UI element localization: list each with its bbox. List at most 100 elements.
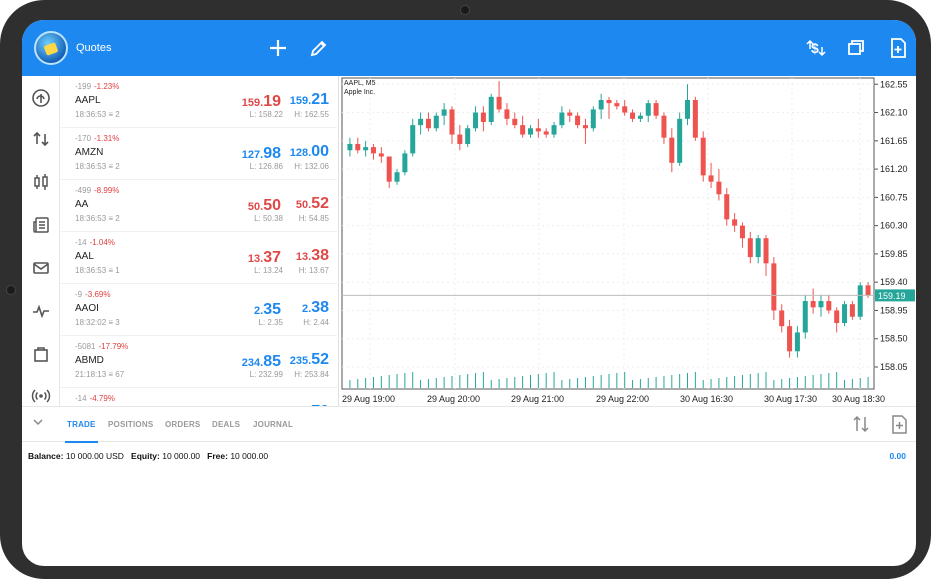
- tab-trade[interactable]: TRADE: [65, 420, 98, 443]
- quotes-icon: [32, 89, 50, 107]
- ticks-icon: ≡: [108, 214, 114, 223]
- quote-row[interactable]: -499 -8.99% AA 18:36:53 ≡ 2 50.50 50.52 L: 50.…: [61, 180, 337, 232]
- new-order-button[interactable]: [886, 36, 910, 60]
- quote-change: -499 -8.99%: [75, 186, 120, 195]
- tab-deals[interactable]: DEALS: [212, 420, 240, 429]
- candle-body: [465, 128, 471, 144]
- quote-row[interactable]: -170 -1.31% AMZN 18:36:53 ≡ 2 127.98 128.00 L:…: [61, 128, 337, 180]
- candle-body: [685, 99, 691, 119]
- pencil-icon: [310, 40, 327, 57]
- candle-body: [449, 109, 455, 135]
- ticks-icon: ≡: [108, 370, 114, 379]
- ticks-icon: ≡: [108, 318, 114, 327]
- candle-body: [386, 156, 392, 182]
- quote-row[interactable]: -9 -3.69% AAOI 18:32:02 ≡ 3 2.35 2.38 L: 2.35 H…: [61, 284, 337, 336]
- quote-time: 18:36:53 ≡ 2: [75, 110, 120, 119]
- quote-high: H: 253.84: [294, 370, 329, 379]
- quote-low: L: 232.99: [249, 370, 283, 379]
- total-profit: 0.00: [889, 451, 906, 461]
- nav-news[interactable]: [29, 215, 53, 239]
- candle-body: [732, 219, 738, 226]
- tab-positions[interactable]: POSITIONS: [108, 420, 153, 429]
- candle-body: [575, 115, 581, 126]
- ticks-icon: ≡: [108, 266, 114, 275]
- price-chart[interactable]: 162.55 162.10 161.65 161.20 160.75 160.30 159.…: [340, 76, 916, 406]
- quote-high: H: 132.06: [294, 162, 329, 171]
- account-summary: Balance: 10 000.00 USD Equity: 10 000.00…: [28, 451, 268, 461]
- candle-body: [849, 304, 855, 317]
- quote-high: H: 2.44: [303, 318, 329, 327]
- candle-body: [488, 96, 494, 122]
- quote-change: -199 -1.23%: [75, 82, 120, 91]
- candle-body: [418, 118, 424, 126]
- quote-ask: 50.52: [295, 195, 329, 212]
- quote-symbol: AAL: [75, 251, 94, 262]
- candle-body: [394, 172, 400, 182]
- quote-bid: 234.85: [241, 353, 281, 370]
- tab-orders[interactable]: ORDERS: [165, 420, 200, 429]
- windows-button[interactable]: [844, 36, 868, 60]
- quote-time: 18:36:53 ≡ 2: [75, 214, 120, 223]
- quote-symbol: AAOI: [75, 303, 99, 314]
- tab-journal[interactable]: JOURNAL: [253, 420, 293, 429]
- chart-canvas[interactable]: 162.55 162.10 161.65 161.20 160.75 160.30 159.…: [340, 76, 916, 406]
- quote-ask: 159.21: [289, 91, 329, 108]
- nav-chart[interactable]: [29, 172, 53, 196]
- pulse-icon: [33, 304, 49, 319]
- page-title: Quotes: [76, 42, 112, 54]
- quote-row[interactable]: -14-4.79% 7070: [61, 388, 337, 406]
- y-tick-label: 159.40: [880, 277, 908, 287]
- nav-quotes[interactable]: [29, 88, 53, 112]
- candle-body: [826, 301, 832, 311]
- candle-body: [520, 125, 526, 135]
- y-tick-label: 161.20: [880, 164, 908, 174]
- candle-body: [771, 263, 777, 311]
- quote-high: H: 54.85: [298, 214, 329, 223]
- candle-body: [653, 103, 659, 116]
- quote-low: L: 50.38: [254, 214, 283, 223]
- candle-body: [457, 134, 463, 144]
- quote-row[interactable]: -199 -1.23% AAPL 18:36:53 ≡ 2 159.19 159.21 L:…: [61, 76, 337, 128]
- app-logo-icon[interactable]: [34, 31, 68, 65]
- current-price-label: 159.19: [878, 291, 906, 301]
- document-plus-icon: [892, 415, 907, 434]
- candle-body: [787, 326, 793, 352]
- plus-icon: [270, 40, 286, 56]
- quote-low: L: 2.35: [258, 318, 283, 327]
- candle-body: [834, 310, 840, 324]
- quote-change: -14 -1.04%: [75, 238, 115, 247]
- candle-body: [496, 96, 502, 110]
- x-tick-label: 30 Aug 18:30: [832, 394, 885, 404]
- y-tick-label: 160.30: [880, 221, 908, 231]
- candle-body: [865, 285, 871, 296]
- quote-low: L: 13.24: [254, 266, 283, 275]
- candle-body: [763, 238, 769, 264]
- y-tick-label: 160.75: [880, 192, 908, 202]
- nav-trade[interactable]: [29, 129, 53, 153]
- candle-body: [402, 153, 408, 173]
- quote-row[interactable]: -5081 -17.79% ABMD 21:18:13 ≡ 67 234.85 235.5…: [61, 336, 337, 388]
- candle-body: [739, 225, 745, 239]
- sort-button[interactable]: [849, 413, 873, 437]
- add-symbol-button[interactable]: [266, 36, 290, 60]
- candle-body: [700, 137, 706, 176]
- nav-journal[interactable]: [29, 301, 53, 325]
- candle-body: [347, 143, 353, 151]
- quote-high: H: 13.67: [298, 266, 329, 275]
- new-order-tab-button[interactable]: [887, 413, 911, 437]
- x-tick-label: 29 Aug 19:00: [342, 394, 395, 404]
- pane-divider[interactable]: [338, 76, 339, 406]
- candle-body: [842, 304, 848, 324]
- quote-time: 18:36:53 ≡ 1: [75, 266, 120, 275]
- edit-button[interactable]: [307, 36, 331, 60]
- quote-time: 18:36:53 ≡ 2: [75, 162, 120, 171]
- quote-row[interactable]: -14 -1.04% AAL 18:36:53 ≡ 1 13.37 13.38 L: 13.…: [61, 232, 337, 284]
- x-tick-label: 29 Aug 20:00: [427, 394, 480, 404]
- camera: [460, 5, 470, 15]
- candle-body: [818, 301, 824, 308]
- quote-symbol: AMZN: [75, 147, 104, 158]
- collapse-chevron-icon[interactable]: [32, 416, 44, 431]
- nav-mailbox[interactable]: [29, 258, 53, 282]
- trade-button[interactable]: $: [804, 36, 828, 60]
- nav-market[interactable]: [29, 344, 53, 368]
